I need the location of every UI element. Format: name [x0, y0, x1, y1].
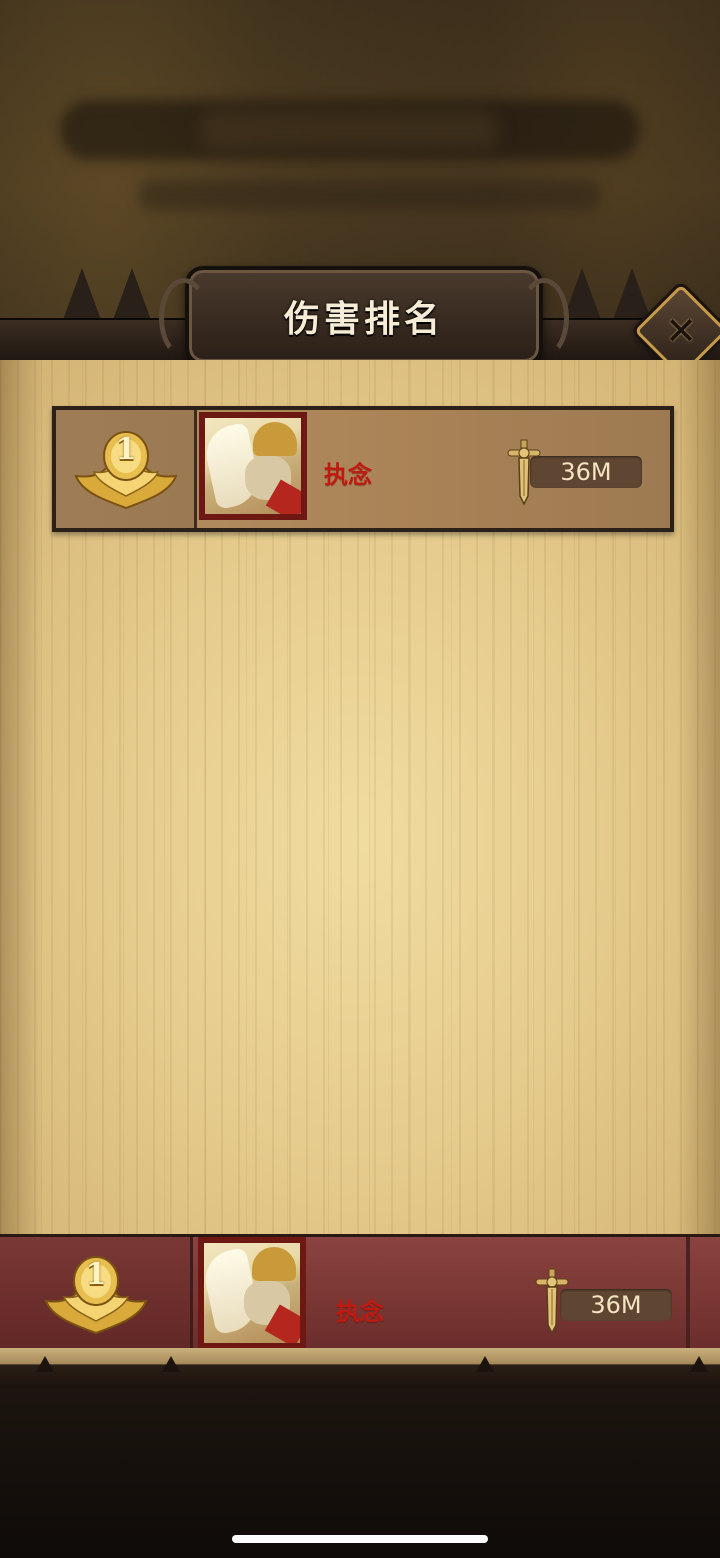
rail-spike — [36, 1356, 54, 1372]
damage-badge: 36M — [560, 1289, 672, 1321]
rank-number: 1 — [85, 1257, 107, 1292]
plaque-ornament — [519, 278, 569, 358]
avatar-helmet — [253, 422, 297, 456]
dialog-title: 伤害排名 — [283, 299, 444, 340]
my-rank-bar: 1 执念 36M — [0, 1234, 720, 1352]
background-blur-title — [200, 110, 500, 150]
background-blur-row — [140, 180, 600, 210]
plaque-ornament — [159, 278, 209, 358]
player-name: 执念 — [336, 1298, 384, 1326]
ranking-row[interactable]: 1 执念 36M — [52, 406, 674, 532]
rail-spike — [162, 1356, 180, 1372]
damage-badge: 36M — [530, 456, 642, 488]
player-avatar[interactable] — [199, 412, 307, 520]
title-plaque: 伤害排名 — [159, 266, 569, 366]
bar-edge — [686, 1237, 690, 1349]
rail-spike — [690, 1356, 708, 1372]
close-icon: ✕ — [665, 309, 697, 353]
sword-icon — [507, 439, 541, 506]
damage-value: 36M — [560, 458, 612, 486]
rail-spike — [476, 1356, 494, 1372]
blurred-bottom-area — [0, 1388, 720, 1558]
home-indicator[interactable] — [232, 1535, 488, 1543]
avatar-helmet — [252, 1247, 296, 1281]
bottom-frame-rail — [0, 1348, 720, 1388]
rank-number: 1 — [115, 432, 137, 467]
rank-cell: 1 — [0, 1237, 193, 1349]
player-name: 执念 — [324, 461, 372, 489]
rank-cell: 1 — [56, 410, 197, 528]
player-avatar[interactable] — [198, 1237, 306, 1349]
damage-value: 36M — [590, 1291, 642, 1319]
